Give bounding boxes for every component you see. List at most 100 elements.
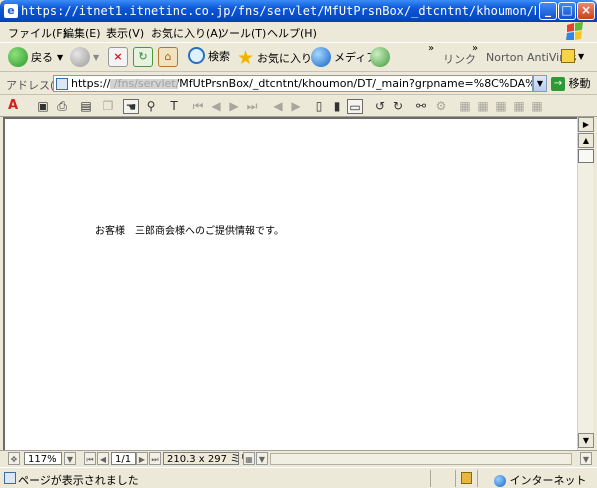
stop-button[interactable]: × [108, 47, 128, 69]
scroll-down-end-icon[interactable]: ▼ [580, 452, 592, 465]
pdf-status-bar: ✥ 117% ▼ ⏮ ◀ 1/1 ▶ ⏭ 210.3 x 297 ミリ ▦ ▼ … [0, 450, 597, 466]
status-divider [455, 470, 456, 487]
fit-page-icon[interactable]: ▮ [329, 99, 345, 114]
status-text: ページが表示されました [18, 474, 139, 487]
history-button[interactable] [370, 47, 390, 69]
settings-icon[interactable]: ⚙ [433, 99, 449, 114]
attachment-icon[interactable]: ▦ [529, 99, 545, 114]
address-dropdown-icon[interactable]: ▼ [533, 75, 547, 92]
status-divider [430, 470, 431, 487]
forward-view-icon[interactable]: ▶ [288, 99, 304, 114]
first-page-icon[interactable]: ⏮ [190, 99, 206, 114]
norton-dropdown-icon[interactable]: ▼ [578, 52, 584, 61]
close-icon: × [580, 3, 592, 17]
back-view-icon[interactable]: ◀ [270, 99, 286, 114]
scroll-thumb[interactable] [578, 149, 594, 163]
refresh-button[interactable]: ↻ [133, 47, 153, 69]
toolbar-chevron[interactable]: » [428, 43, 434, 65]
lock-icon [461, 472, 472, 484]
windows-logo-icon [566, 22, 583, 40]
pan-icon[interactable]: ✥ [8, 452, 20, 465]
status-divider [477, 470, 478, 487]
links-chevron[interactable]: » [472, 43, 478, 65]
menu-view[interactable]: 表示(V) [106, 25, 144, 41]
page-size-readout: 210.3 x 297 ミリ [163, 452, 250, 465]
forward-dropdown-icon[interactable]: ▼ [93, 53, 99, 62]
vertical-scrollbar[interactable]: ▶ ▲ ▼ [577, 117, 594, 450]
menu-file[interactable]: ファイル(F) [8, 25, 67, 41]
favorites-star-icon: ★ [237, 47, 255, 69]
standard-toolbar: 戻る ▼ ▼ × ↻ ⌂ 検索 ★ お気に入り メディア » リンク » Norto… [0, 42, 597, 72]
document-text: お客様 三郎商会様へのご提供情報です。 [95, 226, 284, 237]
bookmarks-icon[interactable]: ▤ [78, 99, 94, 114]
zoom-tool-icon[interactable]: ⚲ [143, 99, 159, 114]
menu-favorites[interactable]: お気に入り(A) [151, 25, 222, 41]
favorites-button[interactable]: ★ お気に入り [237, 47, 312, 69]
search-button[interactable]: 検索 [188, 47, 230, 69]
thumbnail-icon[interactable]: ▦ [457, 99, 473, 114]
menu-tools[interactable]: ツール(T) [218, 25, 266, 41]
media-button[interactable]: メディア [311, 47, 377, 69]
page-field[interactable]: 1/1 [111, 452, 136, 465]
last-page-button[interactable]: ⏭ [149, 452, 161, 465]
internet-zone-icon [494, 475, 506, 487]
ie-icon: e [4, 4, 18, 18]
rotate-cw-icon[interactable]: ↻ [390, 99, 406, 114]
text-select-icon[interactable]: T [166, 99, 182, 114]
home-icon: ⌂ [158, 47, 178, 67]
menu-edit[interactable]: 編集(E) [63, 25, 101, 41]
rotate-ccw-icon[interactable]: ↺ [372, 99, 388, 114]
back-dropdown-icon[interactable]: ▼ [57, 53, 63, 62]
redacted-host [110, 79, 178, 89]
next-page-icon[interactable]: ▶ [226, 99, 242, 114]
page-layout-button[interactable]: ▦ [243, 452, 255, 465]
page-layout-icon[interactable]: ▦ [493, 99, 509, 114]
comment-icon[interactable]: ▦ [511, 99, 527, 114]
adobe-icon[interactable]: A [5, 98, 21, 115]
zoom-field[interactable]: 117% [24, 452, 62, 465]
scroll-down-icon[interactable]: ▼ [578, 433, 594, 448]
status-bar: ページが表示されました インターネット [0, 467, 597, 488]
fit-width-icon[interactable]: ▭ [347, 99, 363, 114]
go-button[interactable]: → 移動 [551, 75, 591, 92]
search-label: 検索 [208, 49, 230, 63]
minimize-button[interactable]: _ [539, 2, 557, 20]
hand-tool-icon[interactable]: ☚ [123, 99, 139, 114]
window-title: https://itnet1.itnetinc.co.jp/fns/servle… [21, 4, 536, 18]
favorites-label: お気に入り [257, 52, 313, 65]
back-label: 戻る [31, 51, 53, 64]
find-icon[interactable]: ⚯ [413, 99, 429, 114]
page-icon [4, 472, 16, 484]
print-icon[interactable]: ⎙ [54, 99, 70, 114]
pdf-toolbar: A ▣ ⎙ ▤ ❐ ☚ ⚲ T ⏮ ◀ ▶ ⏭ ◀ ▶ ▯ ▮ ▭ ↺ ↻ ⚯ … [0, 96, 597, 117]
history-icon [370, 47, 390, 67]
back-button[interactable]: 戻る ▼ [8, 47, 63, 69]
close-button[interactable]: × [577, 2, 595, 20]
horizontal-scrollbar[interactable] [270, 453, 572, 465]
maximize-button[interactable]: □ [558, 2, 576, 20]
prev-page-button[interactable]: ◀ [97, 452, 109, 465]
prev-page-icon[interactable]: ◀ [208, 99, 224, 114]
copy-icon[interactable]: ❐ [100, 99, 116, 114]
actual-size-icon[interactable]: ▯ [311, 99, 327, 114]
norton-button[interactable]: ▼ [561, 49, 584, 71]
first-page-button[interactable]: ⏮ [84, 452, 96, 465]
zoom-dropdown-icon[interactable]: ▼ [64, 452, 76, 465]
page-favicon-icon [56, 78, 68, 90]
minimize-icon: _ [545, 3, 551, 17]
last-page-icon[interactable]: ⏭ [244, 99, 260, 114]
scroll-right-icon[interactable]: ▶ [578, 117, 594, 132]
menu-bar: ファイル(F) 編集(E) 表示(V) お気に入り(A) ツール(T) ヘルプ(… [0, 22, 597, 41]
maximize-icon: □ [561, 3, 573, 17]
save-icon[interactable]: ▣ [35, 99, 51, 114]
home-button[interactable]: ⌂ [158, 47, 178, 69]
scroll-up-icon[interactable]: ▲ [578, 133, 594, 148]
article-icon[interactable]: ▦ [475, 99, 491, 114]
menu-help[interactable]: ヘルプ(H) [267, 25, 317, 41]
go-arrow-icon: → [551, 77, 565, 91]
layout-dropdown-icon[interactable]: ▼ [256, 452, 268, 465]
forward-button[interactable]: ▼ [70, 47, 99, 69]
next-page-button[interactable]: ▶ [136, 452, 148, 465]
media-icon [311, 47, 331, 67]
zone-label: インターネット [509, 474, 587, 487]
